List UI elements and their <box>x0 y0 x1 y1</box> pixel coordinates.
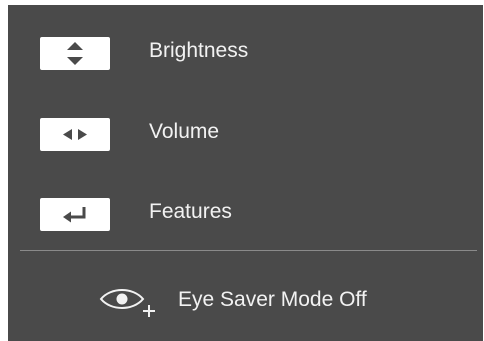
volume-label: Volume <box>149 120 220 143</box>
up-down-arrows-icon <box>67 42 83 65</box>
divider <box>20 250 477 251</box>
eye-saver-label: Eye Saver Mode Off <box>178 288 367 311</box>
eye-saver-toggle[interactable]: Eye Saver Mode Off <box>8 281 483 321</box>
up-down-key-badge <box>40 37 110 70</box>
left-right-key-badge <box>40 118 110 151</box>
enter-key-badge <box>40 198 110 231</box>
menu-item-brightness[interactable]: Brightness <box>8 31 483 75</box>
osd-menu-panel: Brightness Volume Features Eye Saver Mod… <box>8 5 483 341</box>
brightness-label: Brightness <box>149 39 249 62</box>
left-right-arrows-icon <box>63 129 87 140</box>
menu-item-features[interactable]: Features <box>8 192 483 236</box>
features-label: Features <box>149 200 232 223</box>
menu-item-volume[interactable]: Volume <box>8 112 483 156</box>
enter-return-icon <box>63 207 86 223</box>
eye-plus-icon <box>97 285 161 319</box>
